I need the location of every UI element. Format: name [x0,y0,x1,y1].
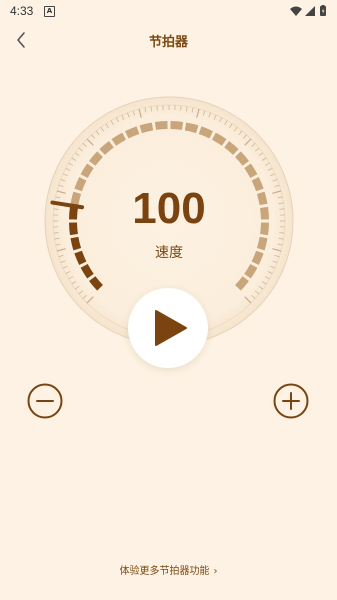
status-bar: 4:33 A [0,0,337,24]
decrease-tempo-button[interactable] [27,383,63,419]
status-icons [289,5,329,17]
battery-icon [320,5,326,16]
play-icon [155,310,187,346]
dial-segment [154,121,168,130]
more-features-label: 体验更多节拍器功能 [119,566,210,577]
minus-circle-icon [27,383,63,419]
tempo-label: 速度 [155,245,183,261]
play-button[interactable] [128,288,208,368]
plus-circle-icon [273,383,309,419]
notification-app-icon: A [44,6,55,17]
status-time: 4:33 [10,4,34,18]
increase-tempo-button[interactable] [273,383,309,419]
wifi-icon [290,6,302,16]
top-bar: 节拍器 [0,24,337,56]
dial-segment [170,121,184,130]
cell-signal-icon [305,6,315,16]
chevron-right-icon: › [213,566,218,577]
page-title: 节拍器 [148,35,188,50]
more-features-link[interactable]: 体验更多节拍器功能 › [0,562,337,577]
tempo-value: 100 [132,184,206,233]
